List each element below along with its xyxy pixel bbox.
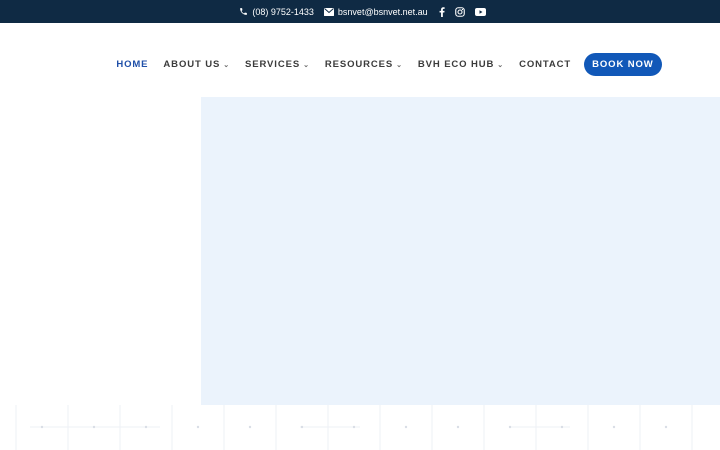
chevron-down-icon: ⌄ [303,61,310,69]
nav-item-label: SERVICES [245,58,301,70]
nav-item-label: HOME [116,58,149,70]
email-address[interactable]: bsnvet@bsnvet.net.au [338,7,428,17]
nav-item-contact[interactable]: CONTACT [519,59,571,70]
chevron-down-icon: ⌄ [396,61,403,69]
nav-item-about-us[interactable]: ABOUT US ⌄ [163,59,230,70]
nav-item-resources[interactable]: RESOURCES ⌄ [325,59,403,70]
nav-item-home[interactable]: HOME [116,59,148,70]
chevron-down-icon: ⌄ [223,61,230,69]
nav-item-label: RESOURCES [324,58,394,70]
email-contact[interactable]: bsnvet@bsnvet.net.au [323,7,428,17]
phone-contact[interactable]: (08) 9752-1433 [239,7,314,17]
nav-item-label: BVH ECO HUB [417,58,495,70]
nav-item-bvh-eco-hub[interactable]: BVH ECO HUB ⌄ [418,59,504,70]
phone-number[interactable]: (08) 9752-1433 [252,7,314,17]
nav-item-label: CONTACT [519,58,572,70]
envelope-icon [323,7,334,16]
social-links [439,6,486,17]
nav-menu: HOME ABOUT US ⌄ SERVICES ⌄ RESOURCES ⌄ B… [116,52,662,76]
main-navigation: HOME ABOUT US ⌄ SERVICES ⌄ RESOURCES ⌄ B… [0,23,720,97]
instagram-icon[interactable] [454,6,465,17]
nav-item-services[interactable]: SERVICES ⌄ [245,59,310,70]
chevron-down-icon: ⌄ [497,61,505,69]
phone-icon [239,7,248,16]
youtube-icon[interactable] [474,7,486,16]
facebook-icon[interactable] [439,6,445,17]
decorative-grid-pattern [15,405,693,450]
hero-panel [201,97,720,405]
book-now-button[interactable]: BOOK NOW [584,52,662,76]
top-contact-bar: (08) 9752-1433 bsnvet@bsnvet.net.au [0,0,720,23]
nav-item-label: ABOUT US [163,58,221,70]
